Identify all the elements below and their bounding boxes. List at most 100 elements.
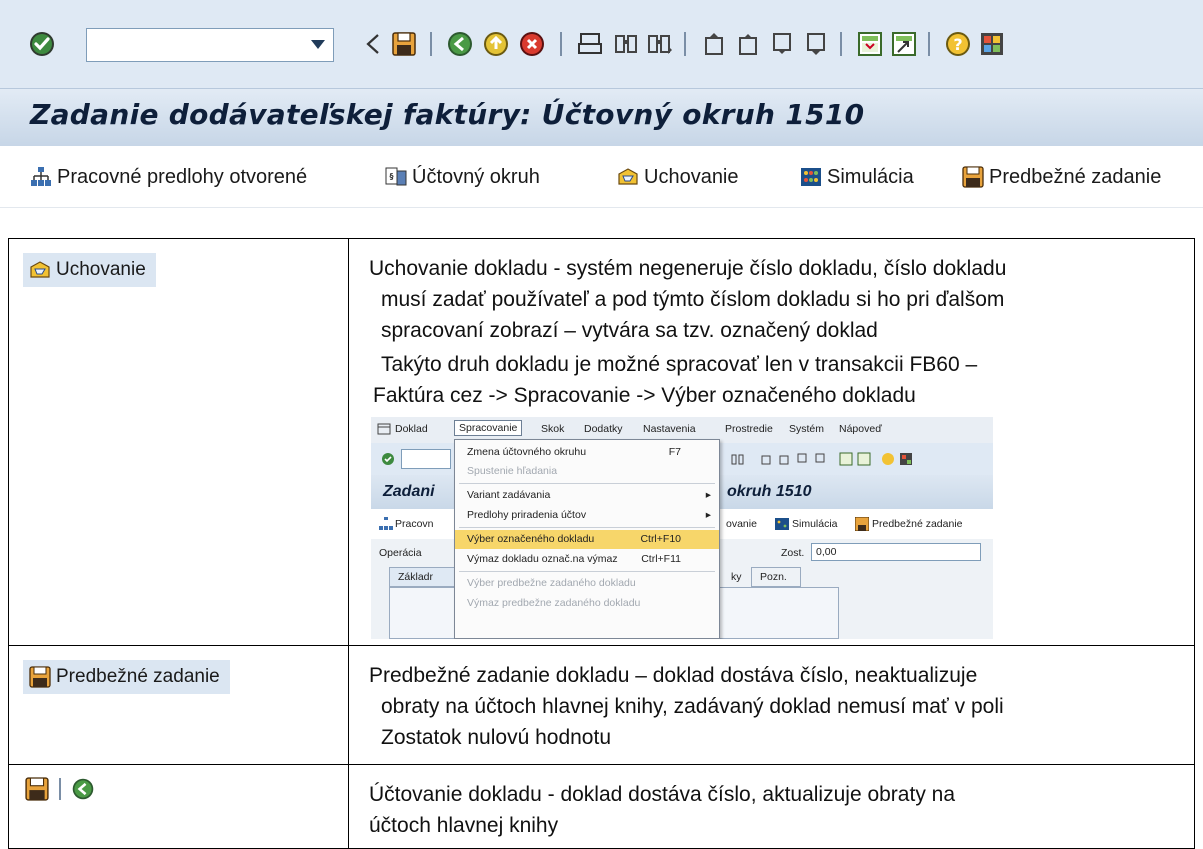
help-icon[interactable]: ?: [944, 30, 972, 58]
menu-option[interactable]: Výmaz dokladu označ.na výmaz Ctrl+F11: [455, 550, 719, 569]
menu-separator: [459, 483, 715, 484]
company-code-label: Účtovný okruh: [412, 165, 540, 188]
layout-icon: [900, 453, 912, 465]
enter-icon[interactable]: [28, 30, 56, 58]
description-line: Takýto druh dokladu je možné spracovať l…: [381, 353, 978, 376]
menu-option-label: Výmaz predbežne zadaného dokladu: [467, 597, 641, 609]
park-icon: [30, 261, 50, 278]
inset-title: Zadani: [383, 483, 435, 500]
shortcut-icon[interactable]: [890, 30, 918, 58]
menu-option: Výmaz predbežne zadaného dokladu: [455, 594, 719, 613]
back-green-icon[interactable]: [446, 30, 474, 58]
menu-item[interactable]: Skok: [541, 423, 564, 435]
simulate-button[interactable]: Simulácia: [800, 162, 914, 192]
exit-icon[interactable]: [482, 30, 510, 58]
hold-button[interactable]: Predbežné zadanie: [962, 162, 1161, 192]
cancel-icon[interactable]: [518, 30, 546, 58]
help-icon: [882, 453, 894, 465]
park-label: Uchovanie: [644, 165, 739, 188]
description-text: Účtovanie dokladu - doklad dostáva číslo…: [349, 765, 1194, 845]
menu-separator: [459, 527, 715, 528]
back-icon[interactable]: [360, 30, 388, 58]
menu-item-active[interactable]: Spracovanie: [454, 420, 523, 436]
next-page-icon: [797, 453, 807, 463]
inset-btn: Simulácia: [792, 518, 838, 530]
menu-option-label: Výber predbežne zadaného dokladu: [467, 577, 636, 589]
menu-option-label: Predlohy priradenia účtov: [467, 509, 587, 521]
work-templates-button[interactable]: Pracovné predlohy otvorené: [30, 162, 307, 192]
print-icon[interactable]: [576, 30, 604, 58]
menu-separator: [459, 571, 715, 572]
park-button[interactable]: Uchovanie: [23, 253, 156, 287]
last-page-icon[interactable]: [802, 30, 830, 58]
submenu-arrow-icon: ▸: [705, 509, 711, 521]
menu-option-accel: Ctrl+F11: [641, 553, 681, 565]
menu-option-label: Variant zadávania: [467, 489, 551, 501]
table-row: Uchovanie Uchovanie dokladu - systém neg…: [8, 238, 1195, 646]
menu-item[interactable]: Nastavenia: [643, 423, 696, 435]
command-field: [401, 449, 451, 469]
menu-item[interactable]: Systém: [789, 423, 824, 435]
previous-page-icon: [779, 455, 789, 465]
menu-option-accel: Ctrl+F10: [640, 533, 681, 545]
hold-label: Predbežné zadanie: [989, 165, 1162, 188]
table-cell-description: Predbežné zadanie dokladu – doklad dostá…: [348, 645, 1195, 765]
menu-option[interactable]: Variant zadávania ▸: [455, 486, 719, 505]
hold-label: Predbežné zadanie: [56, 666, 220, 687]
save-icon[interactable]: [390, 30, 418, 58]
table-cell-description: Uchovanie dokladu - systém negeneruje čí…: [348, 238, 1195, 646]
menu-item[interactable]: Nápoveď: [839, 423, 882, 435]
hold-button[interactable]: Predbežné zadanie: [23, 660, 230, 694]
menu-option-highlighted[interactable]: Výber označeného dokladu Ctrl+F10: [455, 530, 719, 549]
first-page-icon: [761, 455, 771, 465]
menu-option: Výber predbežne zadaného dokladu: [455, 574, 719, 593]
back-green-icon[interactable]: [71, 777, 95, 801]
standard-toolbar: ?: [0, 0, 1203, 88]
command-field[interactable]: [86, 28, 334, 62]
layout-icon[interactable]: [978, 30, 1006, 58]
find-icon[interactable]: [612, 30, 640, 58]
spracovanie-dropdown: Zmena účtovného okruhu F7 Spustenie hľada…: [454, 439, 720, 639]
next-page-icon[interactable]: [768, 30, 796, 58]
menu-item[interactable]: Prostredie: [725, 423, 773, 435]
sap-window: ? Zadanie dodávateľskej faktúry: Účtovný…: [0, 0, 1203, 209]
tree-icon: [379, 517, 393, 530]
table-row: Predbežné zadanie Predbežné zadanie dokl…: [8, 645, 1195, 765]
menu-option-label: Výber označeného dokladu: [467, 533, 595, 545]
tab-basic: Základr: [389, 567, 455, 587]
description-line: účtoch hlavnej knihy: [369, 814, 559, 837]
inset-btn: Predbežné zadanie: [872, 518, 963, 530]
simulate-icon: [775, 518, 789, 530]
last-page-icon: [815, 453, 825, 463]
zost-field: 0,00: [811, 543, 981, 561]
new-session-icon[interactable]: [856, 30, 884, 58]
tab-notes: Pozn.: [751, 567, 801, 587]
menu-item[interactable]: Doklad: [395, 423, 428, 435]
menu-option: Spustenie hľadania: [455, 462, 719, 481]
description-line: musí zadať používateľ a pod týmto číslom…: [381, 288, 1005, 311]
screen-title: Zadanie dodávateľskej faktúry: Účtovný o…: [30, 98, 865, 131]
find-next-icon[interactable]: [646, 30, 674, 58]
first-page-icon[interactable]: [700, 30, 728, 58]
menu-option[interactable]: Zmena účtovného okruhu F7: [455, 443, 719, 462]
tab-label: Pozn.: [760, 571, 787, 583]
toolbar-separator: [684, 32, 686, 56]
company-code-button[interactable]: § Účtovný okruh: [385, 162, 540, 192]
previous-page-icon[interactable]: [734, 30, 762, 58]
save-icon: [855, 517, 869, 531]
submenu-arrow-icon: ▸: [705, 489, 711, 501]
toolbar-separator: [840, 32, 842, 56]
menu-option[interactable]: Predlohy priradenia účtov ▸: [455, 506, 719, 525]
chevron-down-icon[interactable]: [311, 40, 325, 49]
park-icon: [618, 168, 638, 185]
menu-item[interactable]: Dodatky: [584, 423, 623, 435]
tab-label: ky: [731, 571, 742, 583]
svg-text:§: §: [390, 172, 394, 181]
menu-icon: [377, 423, 391, 435]
table-cell-button: Uchovanie: [8, 238, 349, 646]
inset-btn-left: Pracovn: [395, 518, 434, 530]
application-toolbar: Pracovné predlohy otvorené § Účtovný okr…: [0, 146, 1203, 208]
park-button[interactable]: Uchovanie: [617, 162, 739, 192]
save-icon[interactable]: [25, 777, 49, 801]
description-text: Predbežné zadanie dokladu – doklad dostá…: [349, 646, 1194, 757]
